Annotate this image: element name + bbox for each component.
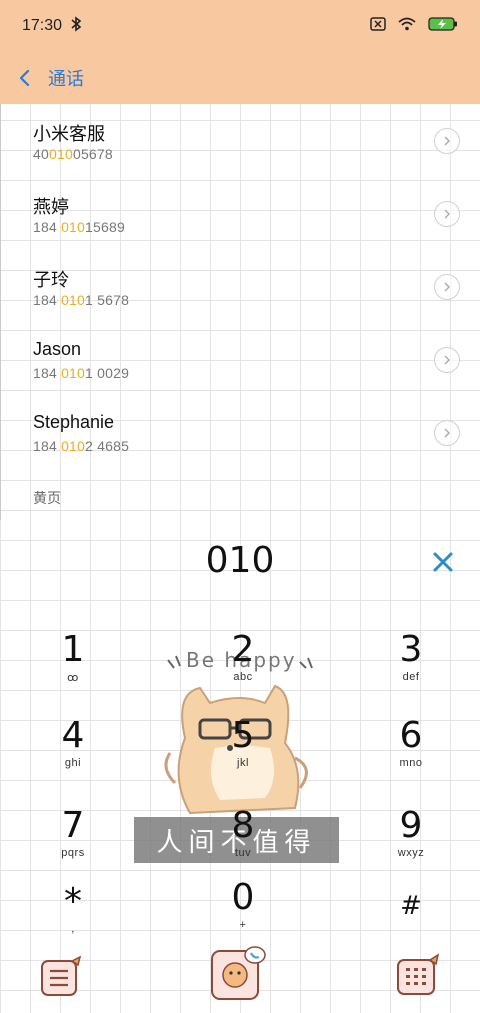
sim-no-service-icon — [370, 16, 386, 36]
contact-name: 小米客服 — [33, 124, 105, 144]
wifi-icon — [398, 17, 416, 36]
list-item[interactable]: Stephanie 184 0102 4685 — [0, 396, 480, 469]
status-bar: 17:30 — [0, 0, 480, 52]
voicemail-icon: ꝏ — [67, 672, 79, 684]
key-star[interactable]: * , — [18, 882, 128, 952]
call-icon[interactable] — [208, 945, 268, 1008]
contact-number: 4001005678 — [33, 146, 113, 162]
key-7[interactable]: 7 pqrs — [18, 806, 128, 876]
contact-number: 184 0101 0029 — [33, 365, 130, 381]
contact-detail-button[interactable] — [434, 347, 460, 373]
list-item[interactable]: 小米客服 4001005678 — [0, 104, 480, 177]
list-item[interactable]: 燕婷 184 01015689 — [0, 177, 480, 250]
chevron-right-icon — [444, 282, 450, 292]
key-6[interactable]: 6 mno — [356, 716, 466, 786]
key-9[interactable]: 9 wxyz — [356, 806, 466, 876]
dialpad-icon[interactable] — [396, 952, 442, 1003]
contact-number: 184 0102 4685 — [33, 438, 130, 454]
dial-input[interactable]: 010 — [0, 540, 480, 581]
contact-name: Stephanie — [33, 412, 115, 432]
key-2[interactable]: 2 abc — [188, 630, 298, 700]
yellow-pages-link[interactable]: 黄页 — [33, 488, 61, 508]
key-3[interactable]: 3 def — [356, 630, 466, 700]
key-hash[interactable]: # — [356, 886, 466, 956]
chevron-right-icon — [444, 136, 450, 146]
contact-number: 184 01015689 — [33, 219, 125, 235]
menu-icon[interactable] — [40, 955, 84, 1004]
contact-results-list: 小米客服 4001005678 燕婷 184 01015689 子玲 184 0… — [0, 104, 480, 469]
chevron-right-icon — [444, 428, 450, 438]
contact-name: 子玲 — [33, 270, 69, 290]
contact-detail-button[interactable] — [434, 128, 460, 154]
list-item[interactable]: 子玲 184 0101 5678 — [0, 250, 480, 323]
contact-detail-button[interactable] — [434, 201, 460, 227]
status-time: 17:30 — [22, 17, 63, 34]
bluetooth-icon — [70, 15, 82, 37]
contact-detail-button[interactable] — [434, 420, 460, 446]
contact-number: 184 0101 5678 — [33, 292, 130, 308]
chevron-right-icon — [444, 355, 450, 365]
contact-name: Jason — [33, 339, 82, 359]
contact-detail-button[interactable] — [434, 274, 460, 300]
key-5[interactable]: 5 jkl — [188, 716, 298, 786]
battery-charging-icon — [428, 16, 458, 37]
close-icon[interactable] — [430, 549, 456, 575]
key-0[interactable]: 0 + — [188, 878, 298, 948]
chevron-left-icon[interactable] — [18, 66, 42, 90]
key-8[interactable]: 8 tuv — [188, 806, 298, 876]
chevron-right-icon — [444, 209, 450, 219]
contact-name: 燕婷 — [33, 197, 69, 217]
list-item[interactable]: Jason 184 0101 0029 — [0, 323, 480, 396]
page-title: 通话 — [48, 69, 84, 89]
header: 通话 — [0, 52, 480, 104]
key-4[interactable]: 4 ghi — [18, 716, 128, 786]
key-1[interactable]: 1 ꝏ — [18, 630, 128, 700]
